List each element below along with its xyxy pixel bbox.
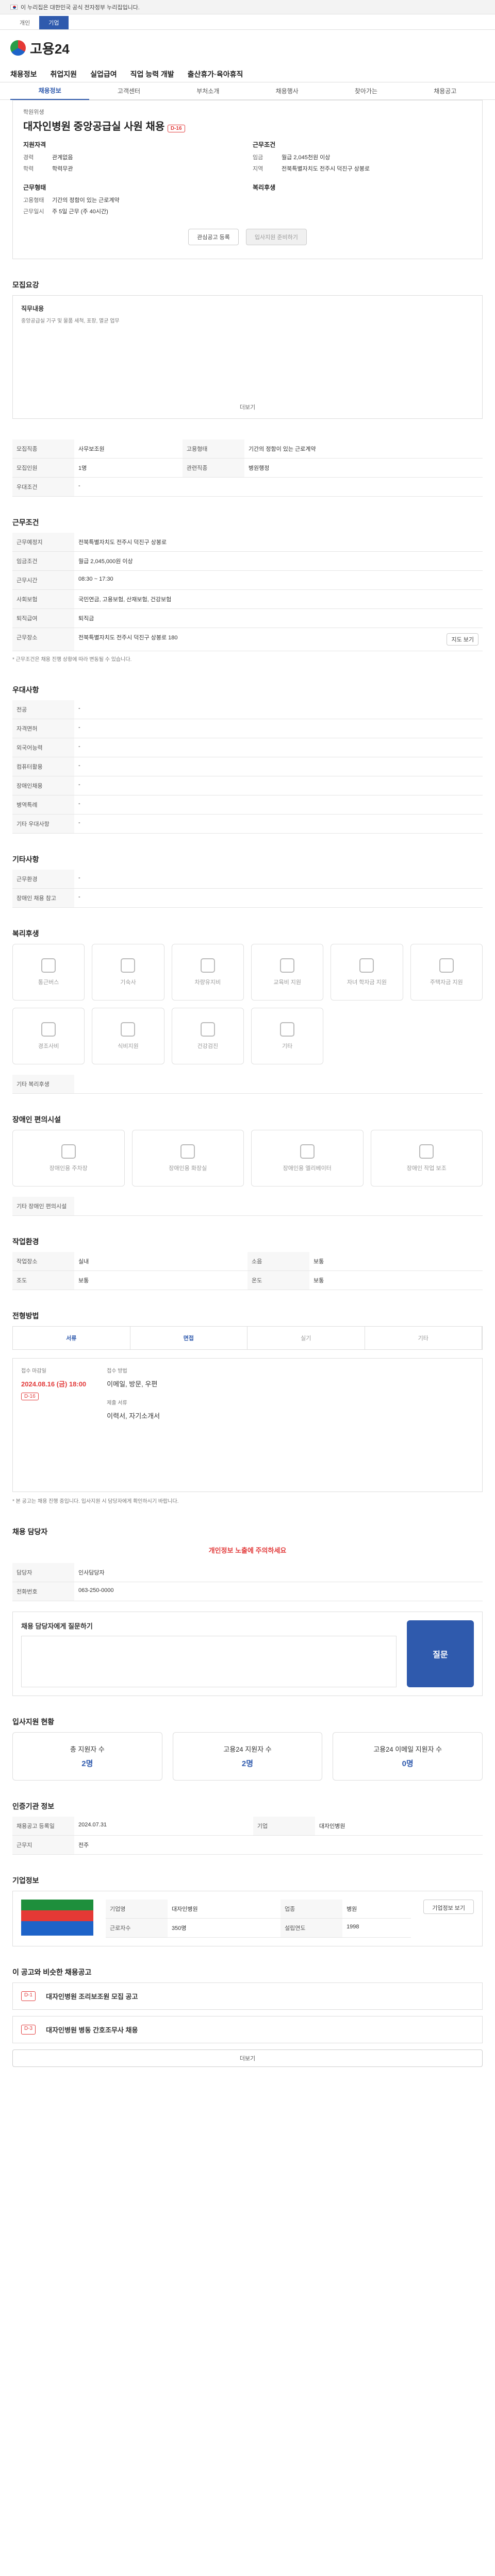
subnav-item[interactable]: 부처소개 (169, 87, 248, 95)
info-section: 인증기관 정보 채용공고 등록일 2024.07.31 기업 대자인병원 근무지 전주 (12, 1801, 483, 1855)
preference-section: 우대사항 전공 - 자격면허 - 외국어능력 - 컴퓨터활용 - 장애인채용 - 병역특례… (12, 685, 483, 834)
map-button[interactable]: 지도 보기 (447, 633, 478, 646)
logo-text[interactable]: 고용24 (30, 39, 70, 58)
house-icon (439, 958, 454, 973)
company-logo (21, 1900, 93, 1936)
nav-item[interactable]: 출산휴가·육아휴직 (188, 69, 243, 79)
welfare-card: 통근버스 (12, 944, 85, 1001)
contact-section: 채용 담당자 개인정보 노출에 주의하세요 담당자 인사담당자 전화번호 063-2… (12, 1527, 483, 1696)
subnav-item[interactable]: 채용행사 (248, 87, 326, 95)
dday-badge: D-16 (167, 125, 185, 132)
step: 면접 (130, 1327, 248, 1349)
tuition-icon (359, 958, 374, 973)
dormitory-icon (121, 958, 136, 973)
step: 서류 (13, 1327, 130, 1349)
main-nav: 채용정보 취업지원 실업급여 직업 능력 개발 출산휴가·육아휴직 (0, 66, 495, 82)
stats-section: 입사지원 현황 총 지원자 수 2명 고용24 지원자 수 2명 고용24 이메일 … (12, 1717, 483, 1781)
job-summary: 학원위생 대자인병원 중앙공급실 사원 채용 D-16 지원자격 경력 관계없음 … (12, 100, 483, 259)
question-submit-button[interactable]: 질문 (407, 1620, 474, 1687)
welfare-card: 식비지원 (92, 1008, 164, 1064)
section-label: 근무조건 (253, 141, 276, 148)
work-section: 근무조건 근무예정지 전북특별자치도 전주시 덕진구 상봉로 임금조건 월급 2,0… (12, 517, 483, 664)
nav-item[interactable]: 실업급여 (90, 69, 117, 79)
disability-section: 장애인 편의시설 장애인용 주차장 장애인용 화장실 장애인용 엘리베이터 장애… (12, 1114, 483, 1216)
nav-item[interactable]: 직업 능력 개발 (130, 69, 174, 79)
welfare-section: 복리후생 통근버스 기숙사 차량유지비 교육비 지원 자녀 학자금 지원 주택자… (12, 928, 483, 1094)
nav-item[interactable]: 취업지원 (51, 69, 77, 79)
similar-section: 이 공고와 비슷한 채용공고 D-1 대자인병원 조리보조원 모집 공고 D-3… (12, 1967, 483, 2067)
subnav-item[interactable]: 찾아가는 (326, 87, 405, 95)
interest-button[interactable]: 관심공고 등록 (188, 229, 239, 245)
process-section: 전형방법 서류 면접 실기 기타 접수 마감일 2024.08.16 (금) 1… (12, 1311, 483, 1506)
gov-banner-text: 이 누리집은 대한민국 공식 전자정부 누리집입니다. (21, 4, 140, 11)
car-icon (200, 958, 215, 973)
education-icon (280, 958, 295, 973)
parking-icon (61, 1144, 76, 1159)
more-button[interactable]: 더보기 (21, 403, 474, 411)
step: 기타 (365, 1327, 482, 1349)
elevator-icon (300, 1144, 315, 1159)
company-info-button[interactable]: 기업정보 보기 (423, 1900, 474, 1914)
tab-personal[interactable]: 개인 (10, 16, 39, 29)
company-section: 기업정보 기업명 대자인병원 업종 병원 근로자수 350명 설립연도 1998 기업정보 … (12, 1875, 483, 1946)
meal-icon (121, 1022, 136, 1037)
section-label: 지원자격 (23, 141, 46, 148)
gov-banner: 이 누리집은 대한민국 공식 전자정부 누리집입니다. (0, 0, 495, 14)
environment-section: 작업환경 작업장소 실내 소음 보통 조도 보통 온도 보통 (12, 1236, 483, 1290)
welfare-card: 건강검진 (171, 1008, 244, 1064)
list-item[interactable]: D-3 대자인병원 병동 간호조무사 채용 (12, 2016, 483, 2043)
welfare-card: 기타 (251, 1008, 324, 1064)
more-button[interactable]: 더보기 (12, 2049, 483, 2067)
subnav-item[interactable]: 채용정보 (10, 86, 90, 100)
logo-icon[interactable] (10, 40, 26, 56)
sub-nav: 채용정보 고객센터 부처소개 채용행사 찾아가는 채용공고 (0, 82, 495, 100)
facility-card: 장애인용 엘리베이터 (251, 1130, 364, 1187)
user-type-tabs: 개인 기업 (0, 14, 495, 30)
job-title: 대자인병원 중앙공급실 사원 채용 D-16 (23, 118, 472, 133)
korea-flag-icon (10, 4, 18, 10)
bus-icon (41, 958, 56, 973)
company-name: 학원위생 (23, 109, 44, 115)
welfare-card: 자녀 학자금 지원 (331, 944, 403, 1001)
header: 고용24 (0, 30, 495, 66)
toilet-icon (180, 1144, 195, 1159)
welfare-card: 경조사비 (12, 1008, 85, 1064)
facility-card: 장애인용 화장실 (131, 1130, 244, 1187)
duty-section: 모집요강 직무내용 중앙공급실 기구 및 물품 세척, 포장, 멸균 업무 더보… (12, 280, 483, 419)
wheelchair-icon (419, 1144, 434, 1159)
nav-item[interactable]: 채용정보 (10, 69, 37, 79)
facility-card: 장애인용 주차장 (12, 1130, 125, 1187)
list-item[interactable]: D-1 대자인병원 조리보조원 모집 공고 (12, 1982, 483, 2010)
step: 실기 (248, 1327, 365, 1349)
gift-icon (41, 1022, 56, 1037)
welfare-card: 기숙사 (92, 944, 164, 1001)
question-textarea[interactable] (21, 1635, 397, 1687)
welfare-card: 주택자금 지원 (410, 944, 483, 1001)
facility-card: 장애인 작업 보조 (370, 1130, 483, 1187)
health-icon (200, 1022, 215, 1037)
etc-icon (280, 1022, 295, 1037)
tab-company[interactable]: 기업 (39, 16, 69, 29)
welfare-card: 교육비 지원 (251, 944, 324, 1001)
recruit-table: 모집직종 사무보조원 고용형태 기간의 정함이 있는 근로계약 모집인원 1명 관련직종 병… (12, 439, 483, 497)
subnav-item[interactable]: 채용공고 (406, 87, 485, 95)
subnav-item[interactable]: 고객센터 (89, 87, 168, 95)
other-section: 기타사항 근무환경 - 장애인 채용 참고 - (12, 854, 483, 908)
welfare-card: 차량유지비 (171, 944, 244, 1001)
apply-button[interactable]: 입사지원 준비하기 (245, 229, 307, 245)
